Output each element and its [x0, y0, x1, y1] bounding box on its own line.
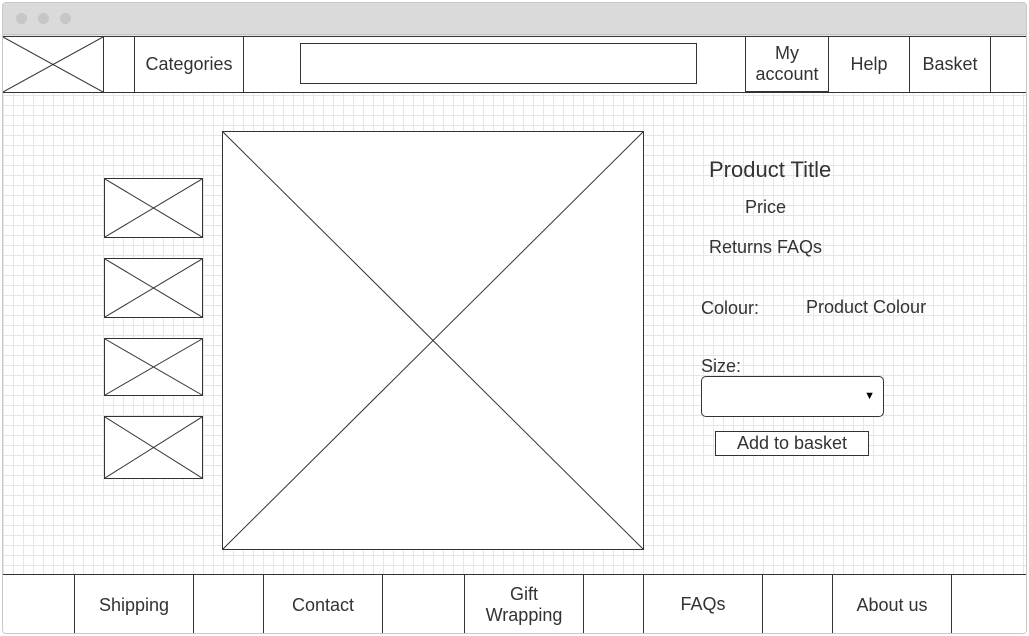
- returns-faqs-link[interactable]: Returns FAQs: [709, 237, 822, 258]
- add-to-basket-button[interactable]: Add to basket: [715, 431, 869, 456]
- window-titlebar: [3, 3, 1026, 35]
- product-price: Price: [745, 197, 787, 217]
- window-maximize-dot[interactable]: [60, 13, 71, 24]
- product-colour-value: Product Colour: [806, 297, 927, 317]
- basket-button[interactable]: Basket: [910, 37, 991, 92]
- my-account-button[interactable]: My account: [745, 37, 829, 92]
- product-thumbnail-3-image-placeholder-icon[interactable]: [104, 338, 203, 396]
- search-input[interactable]: [300, 43, 697, 84]
- browser-window: Categories My account Help Basket Produc…: [2, 2, 1027, 634]
- categories-label: Categories: [145, 54, 233, 74]
- basket-label: Basket: [922, 54, 978, 74]
- my-account-label: My account: [755, 43, 819, 84]
- product-thumbnail-1-image-placeholder-icon[interactable]: [104, 178, 203, 238]
- footer-link-label: Contact: [291, 594, 355, 615]
- window-minimize-dot[interactable]: [38, 13, 49, 24]
- product-title: Product Title: [709, 157, 832, 182]
- dropdown-arrow-icon: ▼: [864, 390, 875, 402]
- help-button[interactable]: Help: [829, 37, 910, 92]
- site-header: Categories My account Help Basket: [3, 36, 1026, 93]
- product-thumbnail-2-image-placeholder-icon[interactable]: [104, 258, 203, 318]
- size-select[interactable]: ▼: [701, 376, 884, 417]
- footer-link-label: Gift Wrapping: [485, 583, 563, 625]
- footer-link-about-us[interactable]: About us: [832, 575, 952, 633]
- logo-image-placeholder-icon[interactable]: [3, 37, 104, 92]
- colour-label: Colour:: [701, 298, 760, 318]
- categories-menu-button[interactable]: Categories: [134, 37, 244, 92]
- main-product-image-placeholder-icon: [222, 131, 644, 550]
- site-footer: Shipping Contact Gift Wrapping FAQs Abou…: [3, 574, 1026, 633]
- help-label: Help: [850, 54, 888, 74]
- product-thumbnail-4-image-placeholder-icon[interactable]: [104, 416, 203, 479]
- footer-link-gift-wrapping[interactable]: Gift Wrapping: [464, 575, 584, 633]
- footer-link-label: Shipping: [98, 594, 170, 615]
- footer-link-faqs[interactable]: FAQs: [643, 575, 763, 633]
- footer-link-shipping[interactable]: Shipping: [74, 575, 194, 633]
- footer-link-label: FAQs: [680, 594, 726, 614]
- window-close-dot[interactable]: [16, 13, 27, 24]
- footer-link-label: About us: [856, 594, 928, 615]
- size-label: Size:: [701, 356, 742, 376]
- footer-link-contact[interactable]: Contact: [263, 575, 383, 633]
